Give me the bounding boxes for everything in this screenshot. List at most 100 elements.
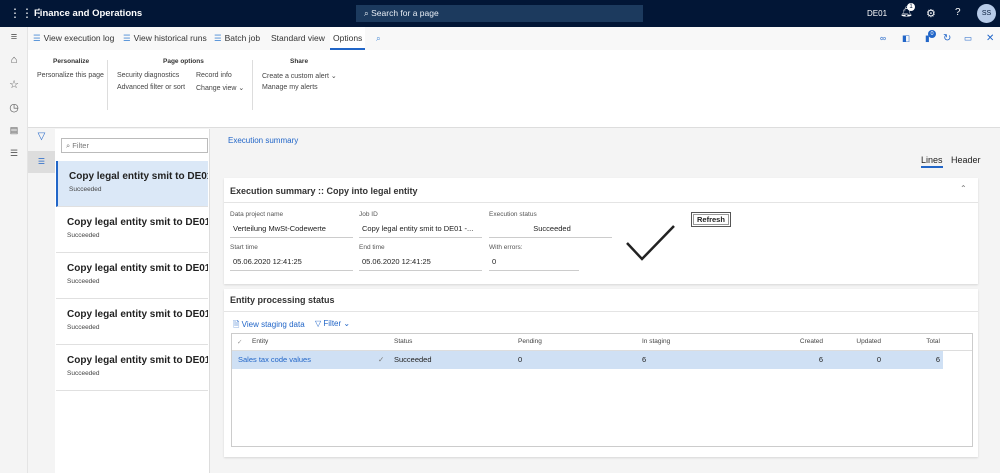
office-icon[interactable]: ◧ [902, 27, 910, 50]
label: View execution log [43, 33, 115, 43]
list-item[interactable]: Copy legal entity smit to DE01 Succeeded [56, 161, 208, 207]
change-view-button[interactable]: Change view ⌄ [196, 84, 244, 92]
select-all-checkbox[interactable]: ✓ [237, 338, 242, 346]
column-header-total[interactable]: Total [926, 338, 940, 345]
project-name-field[interactable]: Verteilung MwSt-Codewerte [230, 222, 353, 238]
personalize-page-button[interactable]: Personalize this page [37, 72, 104, 79]
filter-button[interactable]: ▽ Filter ⌄ [315, 319, 350, 328]
column-header-updated[interactable]: Updated [856, 338, 881, 345]
execution-summary-card: Execution summary :: Copy into legal ent… [224, 178, 978, 284]
created-cell: 6 [818, 355, 823, 364]
label: Create a custom alert [262, 73, 329, 80]
close-icon[interactable]: ✕ [986, 27, 994, 50]
list-item[interactable]: Copy legal entity smit to DE01 Succeeded [56, 345, 208, 391]
search-input[interactable]: ⌕ Search for a page [356, 5, 643, 22]
create-alert-button[interactable]: Create a custom alert ⌄ [262, 72, 337, 80]
list-item-status: Succeeded [69, 186, 102, 193]
list-icon: ☰ [123, 33, 131, 43]
job-id-field[interactable]: Copy legal entity smit to DE01 -... [359, 222, 482, 238]
modules-icon[interactable]: ☰ [0, 148, 28, 159]
label: View staging data [241, 320, 305, 329]
link-icon[interactable]: ∞ [880, 27, 886, 50]
label: Options [333, 33, 363, 43]
divider [224, 311, 978, 312]
filter-icon[interactable]: ▽ [28, 131, 55, 142]
attachments-badge: 0 [928, 30, 936, 38]
app-title: Finance and Operations [34, 8, 143, 19]
list-item-title: Copy legal entity smit to DE01 [67, 309, 208, 320]
chevron-down-icon: ⌄ [238, 85, 245, 92]
help-icon[interactable]: ? [955, 7, 961, 18]
column-header-status[interactable]: Status [394, 338, 412, 345]
chevron-up-icon[interactable]: ⌃ [960, 184, 967, 193]
list-icon: ☰ [214, 33, 222, 43]
batch-job-button[interactable]: ☰ Batch job [214, 27, 260, 50]
entity-link[interactable]: Sales tax code values [238, 355, 311, 364]
chevron-down-icon: ⌄ [330, 73, 337, 80]
list-icon: ☰ [33, 33, 41, 43]
list-item-status: Succeeded [67, 370, 100, 377]
divider [224, 202, 978, 203]
group-share-title: Share [290, 58, 309, 65]
ribbon-options: Personalize Personalize this page Page o… [28, 50, 1000, 128]
standard-view-button[interactable]: Standard view [271, 27, 325, 50]
gear-icon[interactable]: ⚙ [926, 7, 936, 20]
list-item[interactable]: Copy legal entity smit to DE01 Succeeded [56, 253, 208, 299]
tab-lines[interactable]: Lines [921, 155, 943, 168]
divider [107, 60, 108, 110]
column-header-entity[interactable]: Entity [252, 338, 268, 345]
check-icon: ✓ [378, 355, 385, 364]
start-time-field[interactable]: 05.06.2020 12:41:25 [230, 255, 353, 271]
column-header-in-staging[interactable]: In staging [642, 338, 670, 345]
clock-icon[interactable]: ◷ [0, 101, 28, 114]
home-icon[interactable]: ⌂ [0, 54, 28, 66]
security-diagnostics-button[interactable]: Security diagnostics [117, 72, 179, 79]
tab-options[interactable]: Options [330, 27, 366, 50]
filter-placeholder: Filter [72, 141, 89, 150]
search-placeholder: Search for a page [371, 8, 439, 18]
refresh-icon[interactable]: ↻ [943, 27, 951, 50]
record-info-button[interactable]: Record info [196, 72, 232, 79]
updated-cell: 0 [876, 355, 881, 364]
tab-header[interactable]: Header [951, 155, 981, 165]
open-new-window-icon[interactable]: ▭ [964, 27, 972, 50]
list-item-status: Succeeded [67, 324, 100, 331]
filter-input[interactable]: ⌕ Filter [61, 138, 208, 153]
list-view-icon[interactable]: ☰ [28, 151, 55, 173]
label: Standard view [271, 33, 325, 43]
job-list: ⌕ Filter Copy legal entity smit to DE01 S… [55, 129, 210, 473]
end-time-field[interactable]: 05.06.2020 12:41:25 [359, 255, 482, 271]
card-title[interactable]: Execution summary :: Copy into legal ent… [230, 186, 418, 196]
star-icon[interactable]: ☆ [0, 78, 28, 91]
document-icon: 🗎︎ [233, 320, 242, 329]
advanced-filter-button[interactable]: Advanced filter or sort [117, 84, 185, 91]
filter-pane-toggle: ▽ ☰ [28, 129, 55, 473]
list-item[interactable]: Copy legal entity smit to DE01 Succeeded [56, 207, 208, 253]
avatar[interactable]: SS [977, 4, 996, 23]
execution-status-field[interactable]: Succeeded [489, 222, 612, 238]
with-errors-field[interactable]: 0 [489, 255, 579, 271]
label: End time [359, 244, 385, 251]
total-cell: 6 [935, 355, 940, 364]
search-actions-icon[interactable]: ⌕ [376, 27, 381, 50]
workspaces-icon[interactable]: ▤ [0, 125, 28, 136]
view-historical-runs-button[interactable]: ☰ View historical runs [123, 27, 207, 50]
list-item[interactable]: Copy legal entity smit to DE01 Succeeded [56, 299, 208, 345]
top-bar: ⋮⋮⋮ Finance and Operations ⌕ Search for … [0, 0, 1000, 27]
view-staging-data-button[interactable]: 🗎︎ View staging data [233, 319, 305, 333]
breadcrumb[interactable]: Execution summary [228, 136, 298, 145]
label: View historical runs [133, 33, 207, 43]
view-execution-log-button[interactable]: ☰ View execution log [33, 27, 114, 50]
list-item-title: Copy legal entity smit to DE01 [67, 217, 208, 228]
divider [252, 60, 253, 110]
column-header-created[interactable]: Created [800, 338, 823, 345]
hamburger-icon[interactable]: ≡ [0, 31, 28, 43]
refresh-button[interactable]: Refresh [691, 212, 731, 227]
column-header-pending[interactable]: Pending [518, 338, 542, 345]
table-row[interactable]: Sales tax code values ✓ Succeeded 0 6 6 … [232, 351, 943, 369]
manage-alerts-button[interactable]: Manage my alerts [262, 84, 318, 91]
card-title[interactable]: Entity processing status [230, 295, 335, 305]
entity-processing-card: Entity processing status 🗎︎ View staging… [224, 289, 978, 457]
pending-cell: 0 [518, 355, 523, 364]
company-picker[interactable]: DE01 [867, 9, 887, 18]
